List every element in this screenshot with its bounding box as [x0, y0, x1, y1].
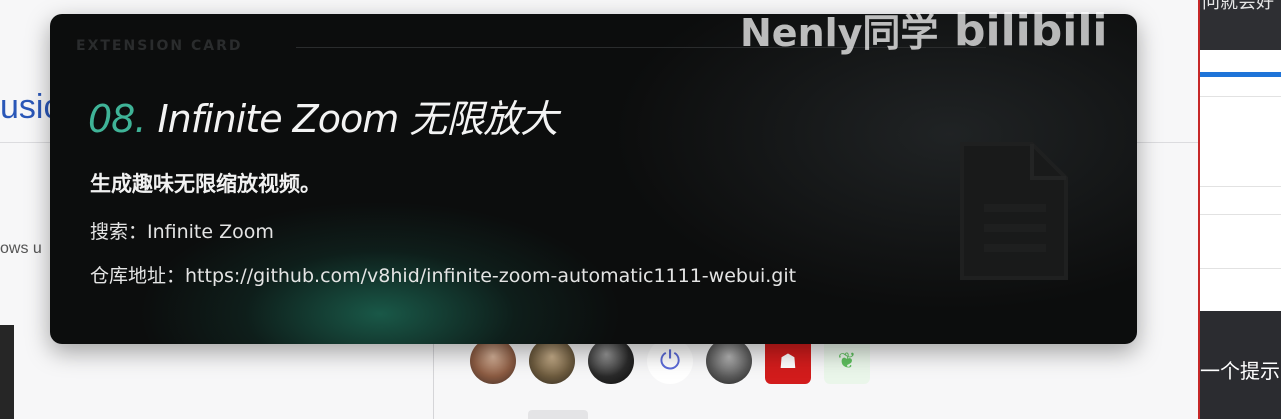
background-page-subtitle: ows u	[0, 240, 42, 257]
extension-card: Extension Card 08. Infinite Zoom 无限放大 生成趣…	[50, 14, 1137, 344]
card-number: 08.	[88, 97, 146, 141]
right-side-panel: 问就会好 一个提示	[1198, 0, 1281, 419]
watermark-username: Nenly同学	[740, 10, 939, 55]
right-panel-footer: 一个提示	[1200, 311, 1281, 419]
avatar-row: ⏻ ☗ ❦	[470, 338, 870, 384]
right-panel-active-indicator	[1200, 72, 1281, 77]
power-icon: ⏻	[659, 346, 681, 376]
card-search-hint: 搜索：Infinite Zoom	[90, 221, 274, 243]
card-title-text: Infinite Zoom 无限放大	[157, 97, 558, 141]
right-panel-separator	[1200, 186, 1281, 187]
background-column-divider	[433, 340, 434, 419]
card-description: 生成趣味无限缩放视频。	[90, 172, 321, 196]
right-panel-header-text: 问就会好	[1202, 0, 1274, 13]
card-repo-url[interactable]: 仓库地址：https://github.com/v8hid/infinite-z…	[90, 261, 796, 288]
right-panel-footer-text: 一个提示	[1200, 359, 1280, 383]
document-icon	[960, 142, 1068, 280]
video-watermark: Nenly同学 bilibili	[740, 5, 1114, 55]
ghost-icon: ☗	[779, 349, 797, 373]
user-avatar[interactable]	[529, 338, 575, 384]
user-avatar[interactable]: ⏻	[647, 338, 693, 384]
right-panel-separator	[1200, 96, 1281, 97]
user-avatar[interactable]	[470, 338, 516, 384]
background-thumbnail[interactable]	[0, 325, 14, 419]
card-section-label: Extension Card	[76, 38, 243, 54]
background-tab[interactable]	[528, 410, 588, 419]
user-avatar[interactable]: ❦	[824, 338, 870, 384]
user-avatar[interactable]	[588, 338, 634, 384]
screenshot-root: usic ows u ⏻ ☗ ❦ 问就会好 一个提示 EXTENSION CAR…	[0, 0, 1281, 419]
right-panel-separator	[1200, 214, 1281, 215]
svg-text:bilibili: bilibili	[954, 7, 1107, 51]
user-avatar[interactable]: ☗	[765, 338, 811, 384]
leaf-icon: ❦	[837, 348, 857, 374]
card-title: 08. Infinite Zoom 无限放大	[88, 88, 558, 143]
right-panel-separator	[1200, 268, 1281, 269]
bilibili-logo-icon: bilibili	[954, 7, 1107, 51]
right-panel-header: 问就会好	[1200, 0, 1281, 50]
user-avatar[interactable]	[706, 338, 752, 384]
